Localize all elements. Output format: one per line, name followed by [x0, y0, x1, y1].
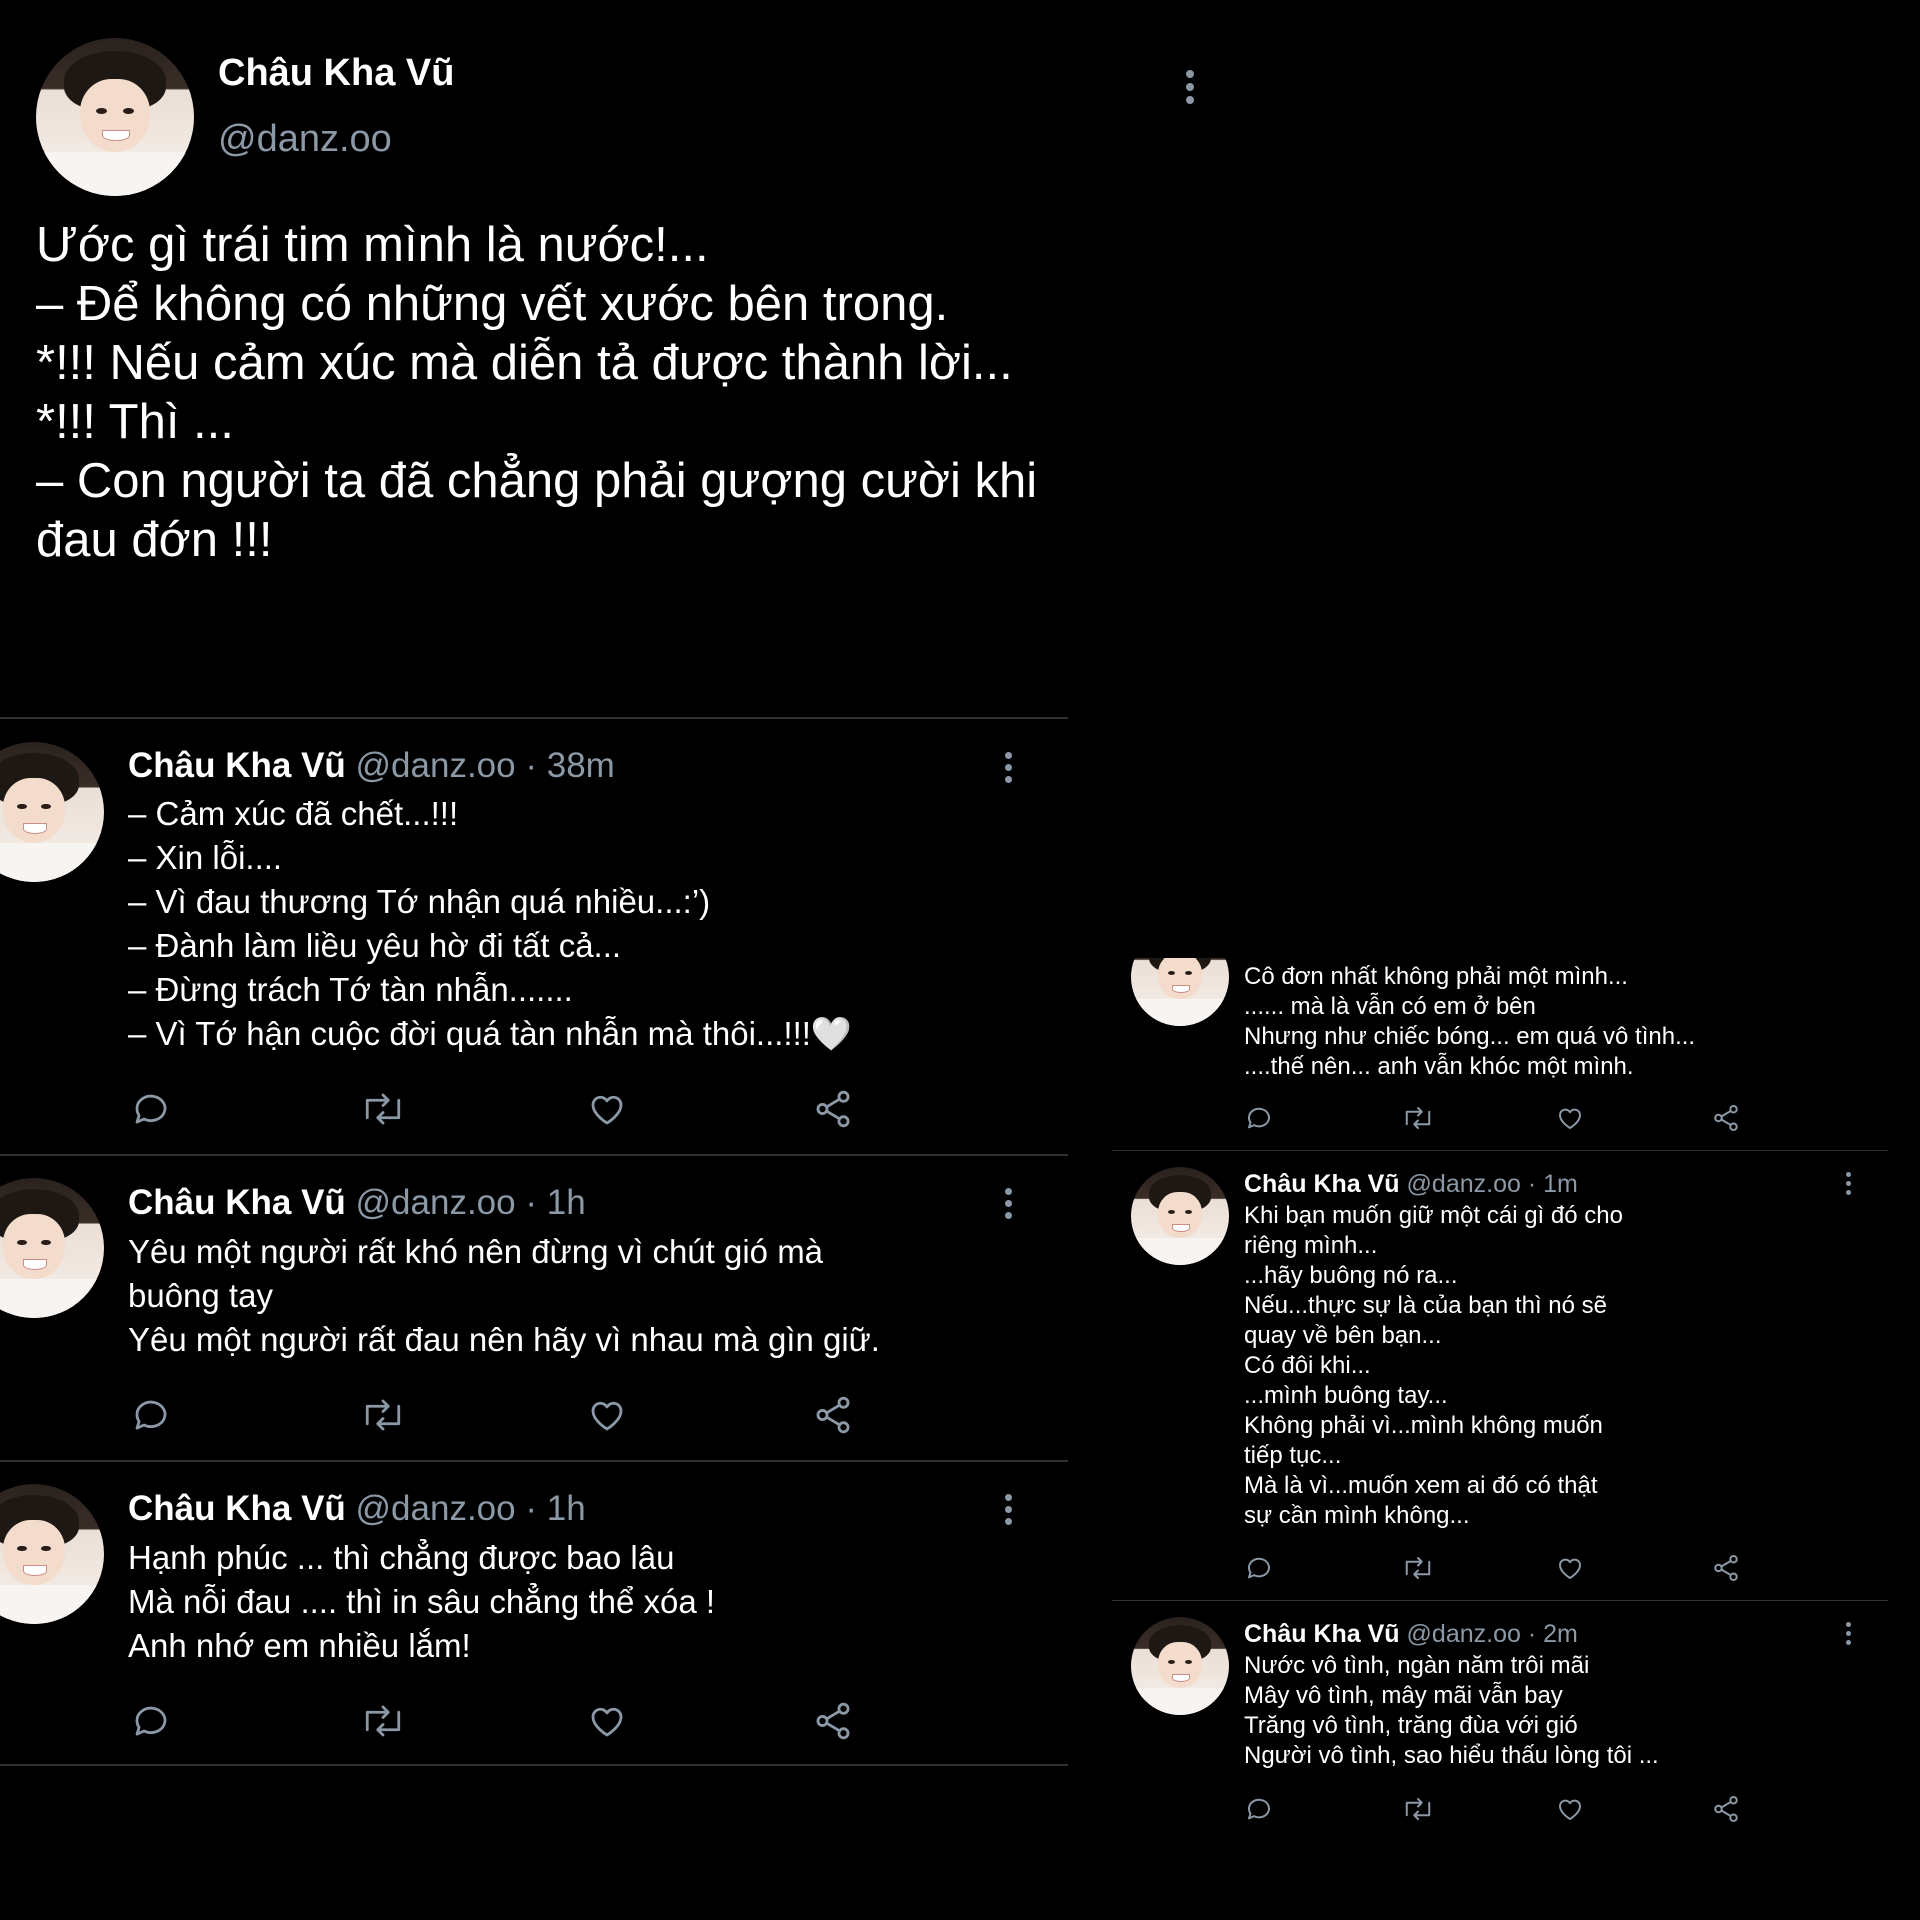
- tweet-actions: [130, 1088, 855, 1130]
- share-icon[interactable]: [1710, 1794, 1742, 1824]
- timestamp[interactable]: · 2m: [1528, 1620, 1578, 1648]
- tweet-actions: [1244, 1103, 1742, 1133]
- reply-icon[interactable]: [130, 1394, 172, 1436]
- share-icon[interactable]: [811, 1394, 855, 1436]
- author-handle[interactable]: @danz.oo: [1407, 1620, 1521, 1648]
- tweet-actions: [1244, 1794, 1742, 1824]
- tweet-actions: [1244, 1553, 1742, 1583]
- author-name[interactable]: Châu Kha Vũ: [128, 1489, 346, 1528]
- tweet-actions: [130, 1394, 855, 1436]
- tweet-text: Yêu một người rất khó nên đừng vì chút g…: [128, 1233, 880, 1358]
- author-handle[interactable]: @danz.oo: [356, 1489, 516, 1528]
- more-icon[interactable]: [1005, 1494, 1012, 1525]
- tweet-actions: [130, 1700, 855, 1742]
- author-name[interactable]: Châu Kha Vũ: [1244, 1620, 1400, 1648]
- timestamp[interactable]: · 1h: [525, 1489, 585, 1528]
- divider: [0, 1764, 1068, 1766]
- more-icon[interactable]: [1186, 70, 1194, 104]
- tweet-text: Khi bạn muốn giữ một cái gì đó cho riêng…: [1244, 1202, 1623, 1529]
- author-name[interactable]: Châu Kha Vũ: [1244, 1170, 1400, 1198]
- retweet-icon[interactable]: [357, 1700, 409, 1742]
- retweet-icon[interactable]: [1400, 1794, 1436, 1824]
- timestamp[interactable]: · 38m: [525, 746, 614, 785]
- retweet-icon[interactable]: [1400, 1103, 1436, 1133]
- author-handle[interactable]: @danz.oo: [1407, 1170, 1521, 1198]
- more-icon[interactable]: [1846, 1622, 1851, 1645]
- reply-icon[interactable]: [130, 1700, 172, 1742]
- like-icon[interactable]: [585, 1394, 629, 1436]
- like-icon[interactable]: [1554, 1553, 1586, 1583]
- author-name[interactable]: Châu Kha Vũ: [128, 1183, 346, 1222]
- tweet-header: Châu Kha Vũ @danz.oo · 1m: [1244, 1170, 1578, 1199]
- reply-icon[interactable]: [1244, 1553, 1274, 1583]
- tweet-text: Nước vô tình, ngàn năm trôi mãi Mây vô t…: [1244, 1652, 1659, 1769]
- author-name[interactable]: Châu Kha Vũ: [128, 746, 346, 785]
- share-icon[interactable]: [1710, 1103, 1742, 1133]
- author-handle[interactable]: @danz.oo: [356, 746, 516, 785]
- share-icon[interactable]: [811, 1088, 855, 1130]
- tweet-header: Châu Kha Vũ @danz.oo · 1h: [128, 1489, 586, 1529]
- avatar[interactable]: [0, 1178, 104, 1318]
- more-icon[interactable]: [1005, 1188, 1012, 1219]
- timestamp[interactable]: · 1m: [1528, 1170, 1578, 1198]
- divider: [0, 1154, 1068, 1156]
- tweet-header: Châu Kha Vũ @danz.oo · 38m: [128, 746, 615, 786]
- author-handle[interactable]: @danz.oo: [218, 118, 392, 161]
- tweet-header: Châu Kha Vũ @danz.oo · 1h: [128, 1183, 586, 1223]
- post-text: Ước gì trái tim mình là nước!... – Để kh…: [36, 218, 1038, 567]
- share-icon[interactable]: [811, 1700, 855, 1742]
- author-name[interactable]: Châu Kha Vũ: [218, 52, 454, 95]
- reply-icon[interactable]: [1244, 1103, 1274, 1133]
- author-handle[interactable]: @danz.oo: [356, 1183, 516, 1222]
- more-icon[interactable]: [1846, 1172, 1851, 1195]
- tweet-text: Hạnh phúc ... thì chẳng được bao lâu Mà …: [128, 1539, 716, 1664]
- more-icon[interactable]: [1005, 752, 1012, 783]
- like-icon[interactable]: [585, 1700, 629, 1742]
- reply-icon[interactable]: [130, 1088, 172, 1130]
- tweet-text: Cô đơn nhất không phải một mình... .....…: [1244, 963, 1696, 1080]
- divider: [0, 1460, 1068, 1462]
- retweet-icon[interactable]: [1400, 1553, 1436, 1583]
- reply-icon[interactable]: [1244, 1794, 1274, 1824]
- timestamp[interactable]: · 1h: [525, 1183, 585, 1222]
- like-icon[interactable]: [1554, 1103, 1586, 1133]
- avatar[interactable]: [36, 38, 194, 196]
- avatar[interactable]: [1131, 958, 1229, 1026]
- avatar[interactable]: [1131, 1167, 1229, 1265]
- avatar[interactable]: [1131, 1617, 1229, 1715]
- tweet-header: Châu Kha Vũ @danz.oo · 2m: [1244, 1620, 1578, 1649]
- avatar[interactable]: [0, 742, 104, 882]
- like-icon[interactable]: [1554, 1794, 1586, 1824]
- divider: [1112, 1600, 1888, 1601]
- share-icon[interactable]: [1710, 1553, 1742, 1583]
- retweet-icon[interactable]: [357, 1394, 409, 1436]
- retweet-icon[interactable]: [357, 1088, 409, 1130]
- divider: [1112, 1150, 1888, 1151]
- tweet-text: – Cảm xúc đã chết...!!! – Xin lỗi.... – …: [128, 795, 853, 1052]
- avatar[interactable]: [0, 1484, 104, 1624]
- like-icon[interactable]: [585, 1088, 629, 1130]
- divider: [0, 717, 1068, 719]
